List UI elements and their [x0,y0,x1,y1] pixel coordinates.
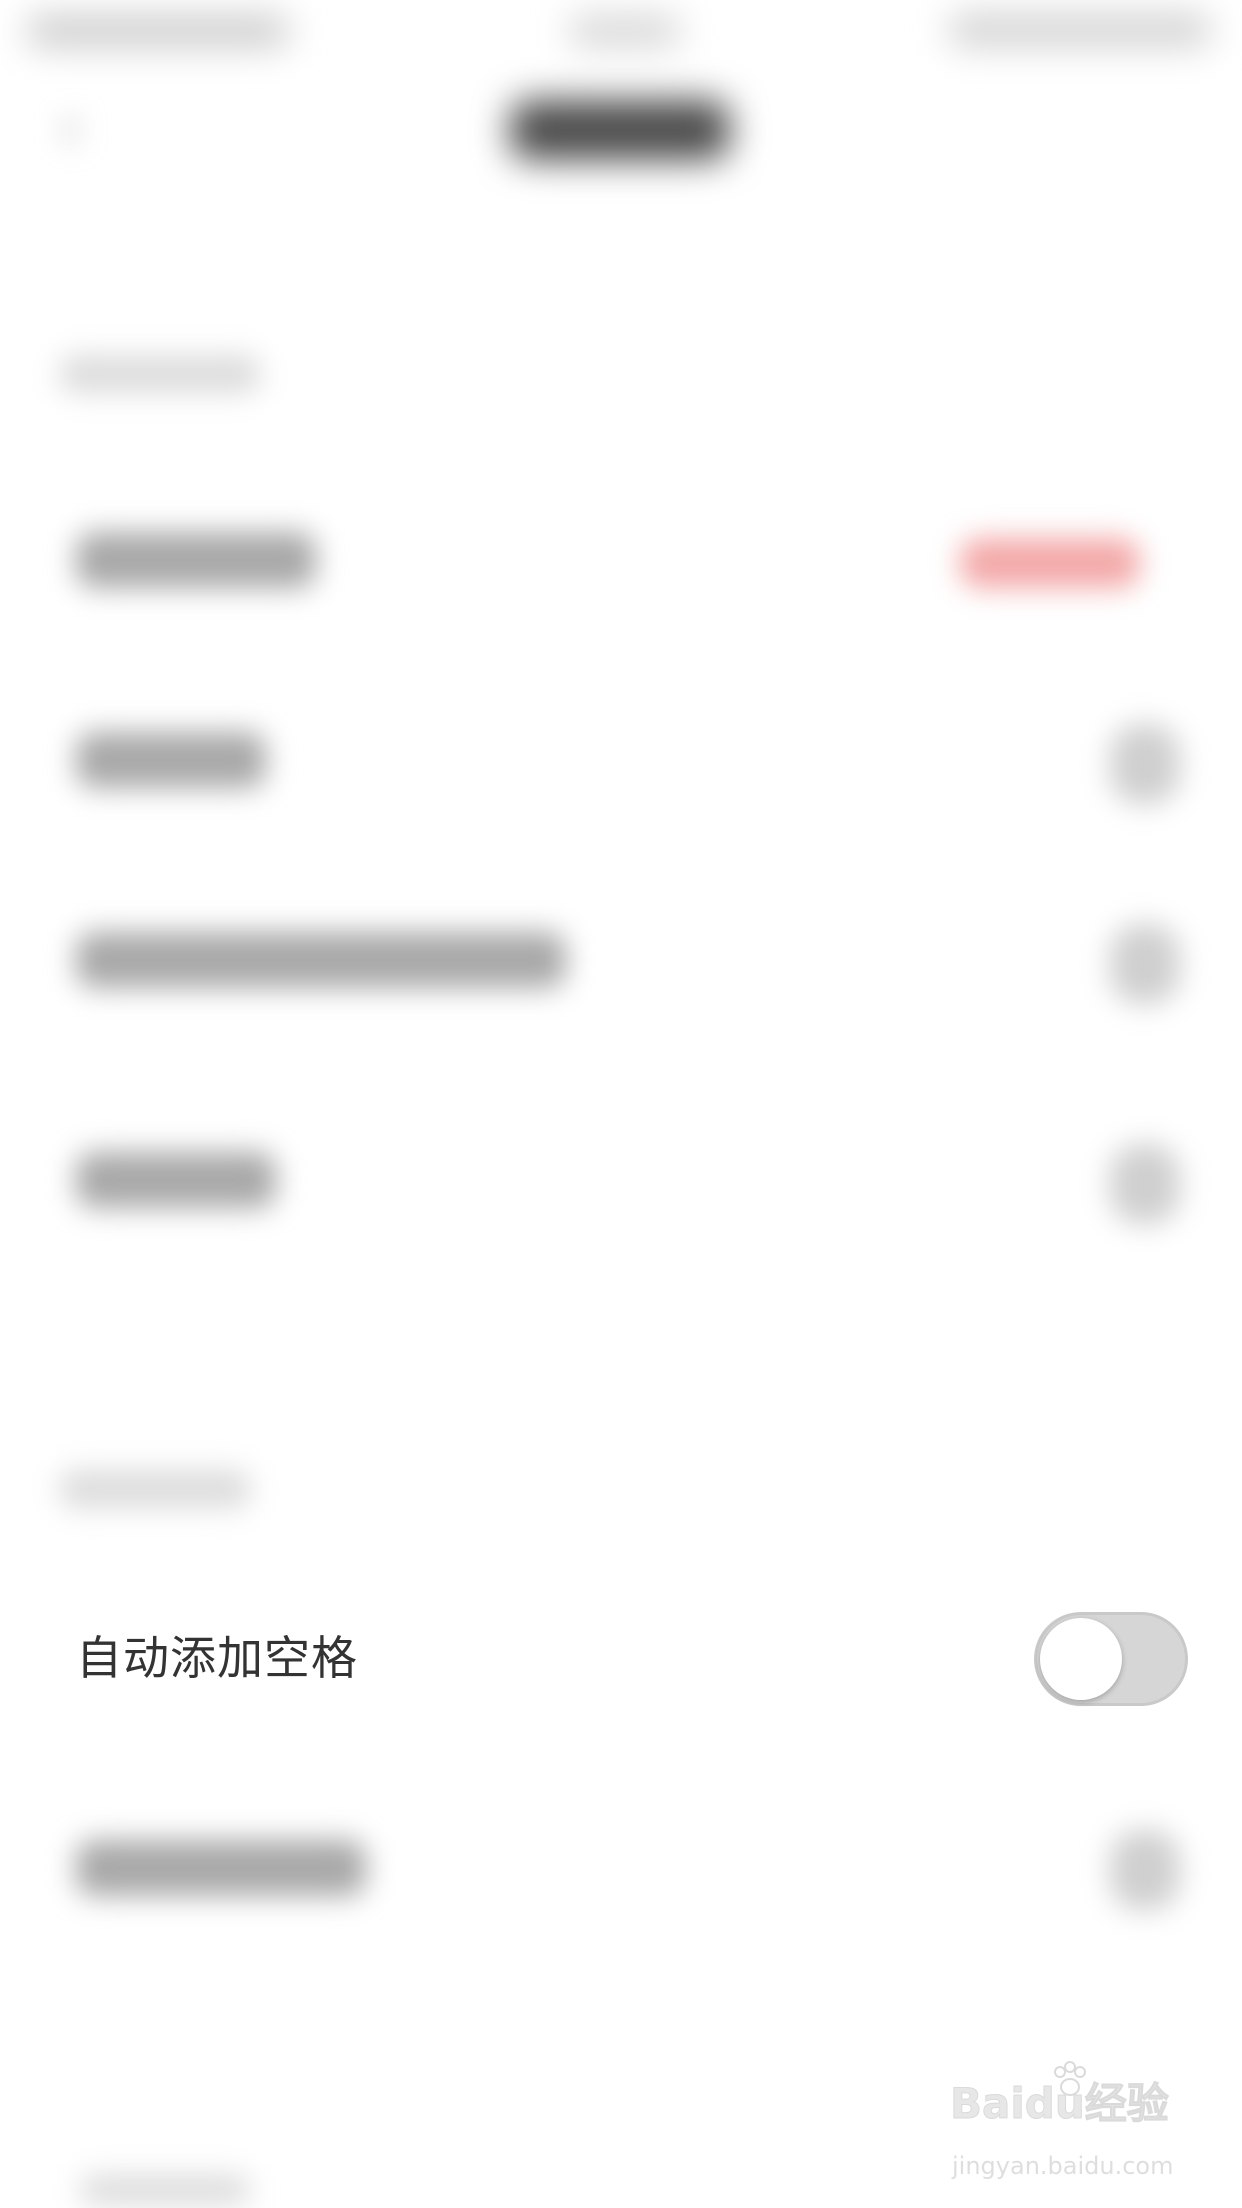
section-header [60,1470,250,1508]
section-header [80,2175,250,2205]
settings-row-label [76,932,566,988]
status-bar-indicators [950,14,1210,46]
settings-row-label [76,1152,276,1208]
nav-bar [0,70,1242,190]
status-bar-carrier [28,16,288,46]
settings-row-value [960,538,1140,588]
auto-space-row[interactable]: 自动添加空格 [0,1560,1242,1750]
paw-icon [1054,2061,1086,2096]
status-bar-time [570,16,680,46]
settings-row[interactable] [0,840,1242,1040]
auto-space-toggle[interactable] [1034,1612,1188,1706]
status-bar [0,0,1242,60]
settings-row-label [76,732,266,788]
auto-space-label: 自动添加空格 [76,1631,358,1685]
settings-row[interactable] [0,440,1242,640]
settings-row-label [76,532,316,588]
settings-row-label [76,1840,366,1896]
page-title [510,100,730,160]
settings-row[interactable] [0,1040,1242,1240]
watermark-url: jingyan.baidu.com [952,2152,1174,2180]
chevron-right-icon [1110,1144,1180,1224]
settings-row[interactable] [0,640,1242,840]
baidu-watermark: Baidu经验 jingyan.baidu.com [950,2060,1190,2180]
toggle-knob [1040,1618,1122,1700]
settings-row[interactable] [0,1760,1242,1960]
chevron-right-icon [1110,1830,1180,1910]
chevron-right-icon [1110,724,1180,804]
back-icon[interactable] [52,110,92,150]
section-header [60,355,260,393]
chevron-right-icon [1110,924,1180,1004]
